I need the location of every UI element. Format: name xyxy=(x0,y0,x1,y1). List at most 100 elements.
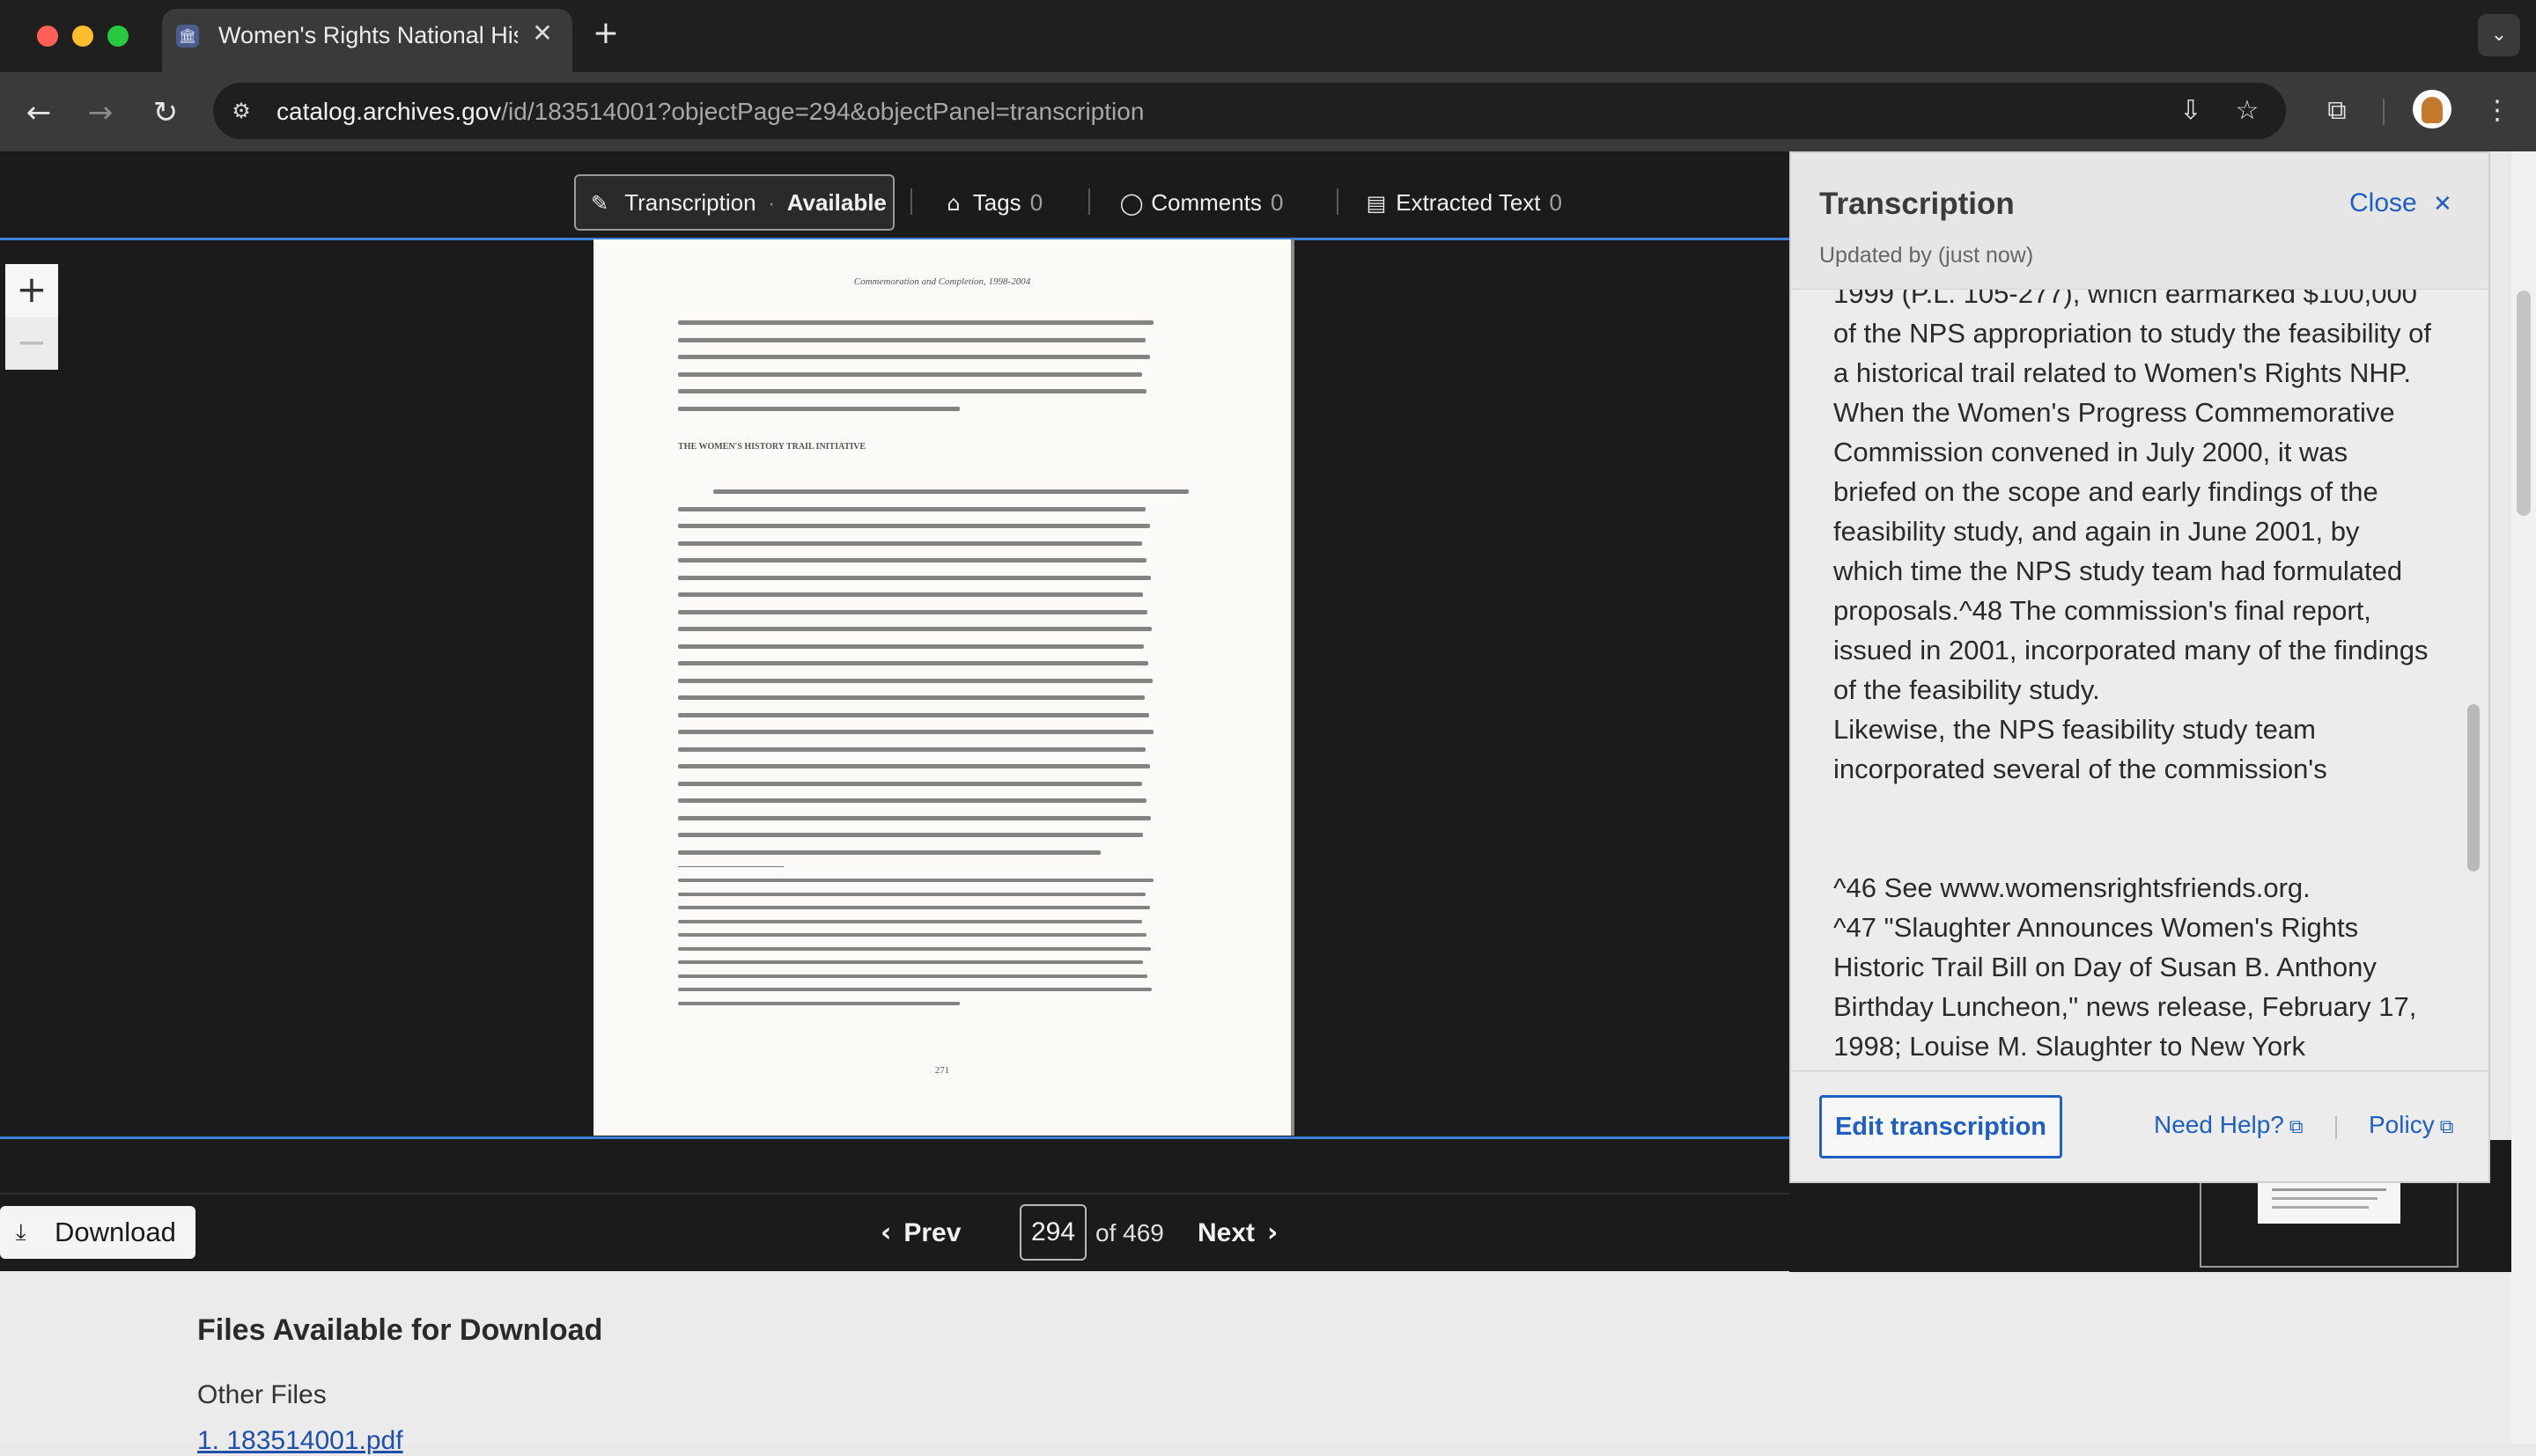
profile-avatar[interactable] xyxy=(2413,90,2451,129)
chevron-left-icon: ‹ xyxy=(881,1217,892,1248)
transcription-blank xyxy=(1833,789,2432,868)
page-number-input[interactable]: 294 xyxy=(1020,1204,1087,1261)
tag-icon: ⌂ xyxy=(947,191,961,216)
edit-transcription-button[interactable]: Edit transcription xyxy=(1819,1095,2062,1158)
zoom-out-button[interactable]: − xyxy=(5,317,58,370)
thumbnail-page-image xyxy=(2258,1178,2400,1224)
download-button[interactable]: ⤓ Download xyxy=(0,1206,195,1259)
page-text-line xyxy=(678,592,1143,597)
tab-divider xyxy=(1337,188,1338,215)
page-text-line xyxy=(678,906,1150,909)
close-label: Close xyxy=(2349,188,2417,217)
transcription-footnote: ^46 See www.womensrightsfriends.org. xyxy=(1833,872,2311,903)
extracted-text-label: Extracted Text xyxy=(1396,189,1541,216)
page-text-line xyxy=(678,781,1142,786)
chevron-right-icon: › xyxy=(1267,1217,1279,1248)
next-label: Next xyxy=(1198,1218,1256,1247)
extensions-icon[interactable]: ⧉ xyxy=(2318,92,2356,130)
new-tab-icon[interactable]: + xyxy=(588,16,623,51)
policy-label: Policy xyxy=(2369,1111,2435,1138)
page-text-line xyxy=(678,695,1145,700)
window-zoom-dot[interactable] xyxy=(107,26,129,47)
window-close-dot[interactable] xyxy=(37,26,58,47)
transcription-paragraph: Likewise, the NPS feasibility study team… xyxy=(1833,714,2327,784)
need-help-link[interactable]: Need Help? ⧉ xyxy=(2154,1111,2304,1139)
tab-extracted-text[interactable]: ▤ Extracted Text 0 xyxy=(1363,174,1562,231)
page-text-line xyxy=(678,558,1146,563)
url-path: /id/183514001?objectPage=294&objectPanel… xyxy=(501,98,1145,125)
page-text-line xyxy=(678,892,1146,896)
tab-divider xyxy=(910,188,912,215)
tags-count: 0 xyxy=(1029,189,1043,216)
panel-title: Transcription xyxy=(1819,187,2015,221)
page-text-line xyxy=(678,849,1101,855)
other-files-label: Other Files xyxy=(197,1380,327,1409)
page-text-line xyxy=(678,1001,960,1005)
transcription-status: Available xyxy=(786,189,887,216)
tab-search-icon[interactable]: ⌄ xyxy=(2478,14,2520,56)
page-text-line xyxy=(678,988,1152,991)
comments-label: Comments xyxy=(1151,189,1262,216)
prev-page-button[interactable]: ‹ Prev xyxy=(881,1211,961,1255)
download-icon: ⤓ xyxy=(16,1219,26,1246)
archives-favicon-icon: 🏛 xyxy=(176,25,199,48)
page-total: of 469 xyxy=(1095,1219,1164,1246)
file-link[interactable]: 1. 183514001.pdf xyxy=(197,1426,403,1456)
page-text-line xyxy=(678,815,1151,820)
transcription-text-area[interactable]: 1999 (P.L. 105-277), which earmarked $10… xyxy=(1791,289,2488,1070)
page-text-line xyxy=(678,371,1142,377)
comment-bubble-icon: ◯ xyxy=(1119,191,1144,216)
close-icon: ✕ xyxy=(2433,191,2452,217)
page-text-line xyxy=(678,661,1148,665)
scanned-document-page: Commemoration and Completion, 1998-2004 … xyxy=(593,239,1291,1136)
reload-icon[interactable]: ↻ xyxy=(144,92,187,134)
page-text-line xyxy=(678,575,1151,580)
window-minimize-dot[interactable] xyxy=(72,26,93,47)
need-help-label: Need Help? xyxy=(2154,1111,2284,1138)
document-icon: ▤ xyxy=(1366,191,1387,216)
bookmark-star-icon[interactable]: ☆ xyxy=(2228,92,2267,130)
page-text-line xyxy=(678,524,1150,528)
back-icon[interactable]: ← xyxy=(18,92,60,134)
forward-icon[interactable]: → xyxy=(79,92,122,134)
transcription-scrollbar[interactable] xyxy=(2462,290,2483,1069)
page-text-line xyxy=(678,406,960,411)
site-info-icon[interactable]: ⚙ xyxy=(224,93,259,129)
extracted-text-count: 0 xyxy=(1549,189,1562,216)
page-text-line xyxy=(678,933,1146,937)
install-app-icon[interactable]: ⇩ xyxy=(2171,92,2210,130)
toolbar-divider xyxy=(2383,99,2385,125)
page-text-line xyxy=(678,337,1146,342)
external-link-icon: ⧉ xyxy=(2439,1116,2454,1138)
next-page-button[interactable]: Next › xyxy=(1198,1211,1278,1255)
files-heading: Files Available for Download xyxy=(197,1313,603,1347)
page-text-line xyxy=(678,355,1150,359)
url-text[interactable]: catalog.archives.gov/id/183514001?object… xyxy=(276,94,1144,129)
page-scrollbar-thumb[interactable] xyxy=(2517,290,2531,516)
transcription-label: Transcription xyxy=(624,189,756,216)
tab-divider xyxy=(1088,188,1090,215)
tab-title: Women's Rights National Hist xyxy=(218,22,518,48)
pencil-edit-icon: ✎ xyxy=(590,191,609,216)
tab-close-icon[interactable]: ✕ xyxy=(527,18,558,49)
panel-close-button[interactable]: Close ✕ xyxy=(2349,188,2452,218)
browser-menu-icon[interactable]: ⋮ xyxy=(2480,92,2515,130)
zoom-in-button[interactable]: + xyxy=(5,264,58,317)
tab-tags[interactable]: ⌂ Tags 0 xyxy=(940,174,1043,231)
page-text-line xyxy=(678,764,1150,768)
page-text-line xyxy=(678,833,1143,837)
downloads-section xyxy=(0,1272,2536,1444)
footer-divider xyxy=(2335,1116,2337,1139)
footnote-rule xyxy=(678,866,784,867)
page-text-line xyxy=(678,540,1142,546)
page-text-line xyxy=(678,974,1147,978)
transcription-scrollbar-thumb[interactable] xyxy=(2467,704,2480,871)
tab-comments[interactable]: ◯ Comments 0 xyxy=(1118,174,1284,231)
page-text-line xyxy=(678,506,1146,511)
page-text-line xyxy=(678,320,1154,325)
download-label: Download xyxy=(55,1217,176,1247)
page-text-line xyxy=(678,960,1143,964)
page-text-line xyxy=(678,798,1146,803)
policy-link[interactable]: Policy ⧉ xyxy=(2369,1111,2453,1139)
comments-count: 0 xyxy=(1270,189,1284,216)
